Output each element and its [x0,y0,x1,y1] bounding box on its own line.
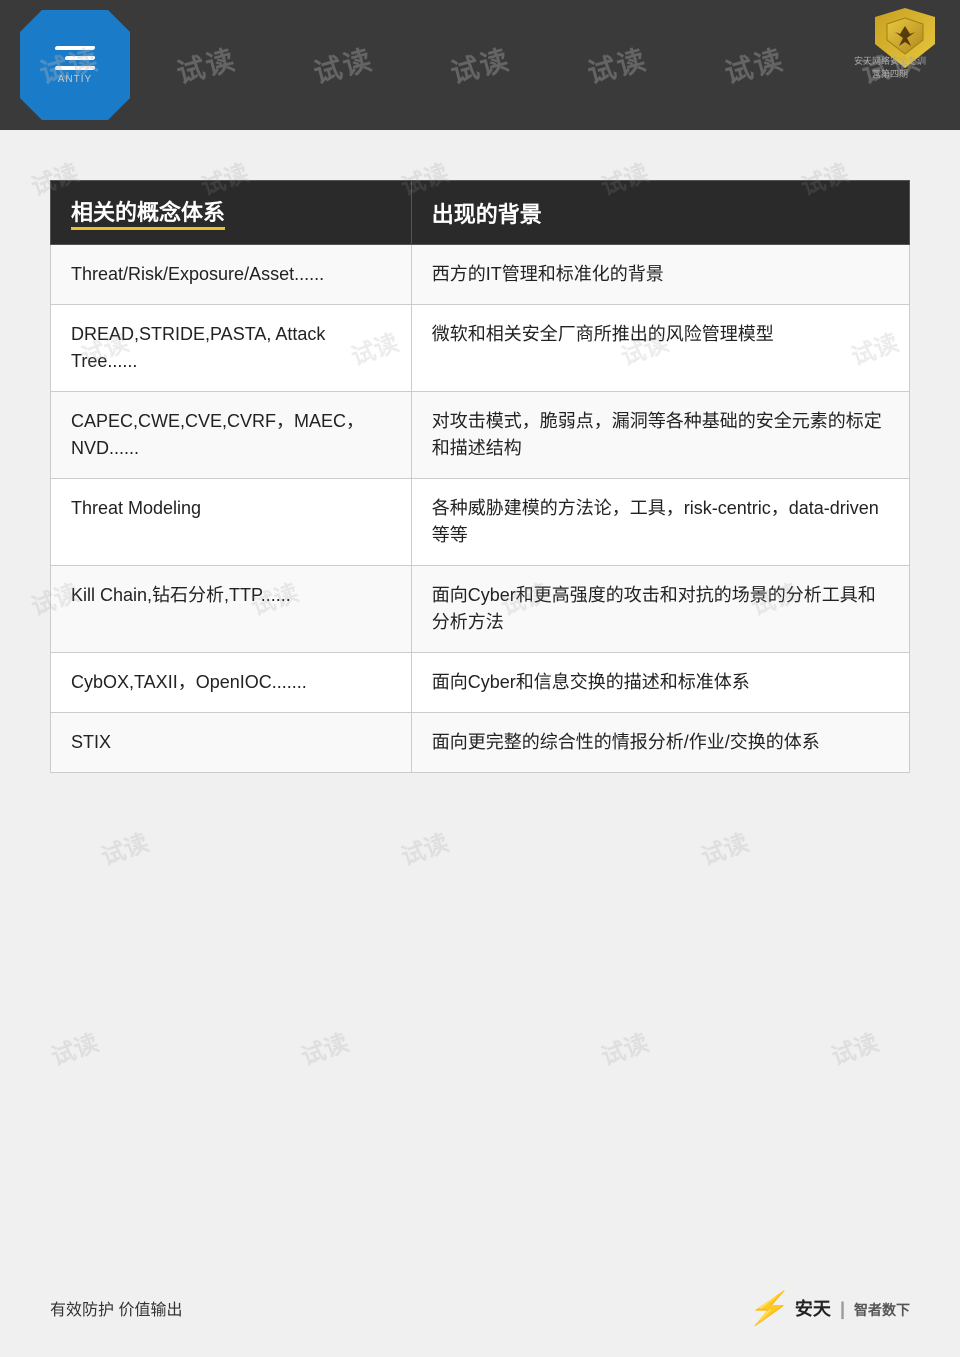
table-row: DREAD,STRIDE,PASTA, Attack Tree......微软和… [51,305,910,392]
footer-left-text: 有效防护 价值输出 [50,1296,182,1320]
header-subtitle: 安天网络安全冬训营第四期 [850,54,930,80]
table-header-col1: 相关的概念体系 [51,181,412,245]
watermark-4: 试读 [446,38,514,92]
table-cell-col2: 面向更完整的综合性的情报分析/作业/交换的体系 [411,713,909,773]
table-cell-col1: CybOX,TAXII，OpenIOC....... [51,653,412,713]
pw-15: 试读 [395,823,452,872]
table-row: Kill Chain,钻石分析,TTP......面向Cyber和更高强度的攻击… [51,566,910,653]
table-cell-col1: Kill Chain,钻石分析,TTP...... [51,566,412,653]
header-bar: ANTIY 试读 试读 试读 试读 试读 试读 试读 [0,0,960,130]
pw-19: 试读 [595,1023,652,1072]
table-header-col2: 出现的背景 [411,181,909,245]
footer-logo: ⚡ 安天 | 智者数下 [747,1289,910,1327]
watermark-2: 试读 [172,38,240,92]
footer: 有效防护 价值输出 ⚡ 安天 | 智者数下 [0,1289,960,1327]
main-content: 试读 试读 试读 试读 试读 试读 试读 试读 试读 试读 试读 试读 试读 试… [0,130,960,1230]
logo-line-1 [54,46,95,50]
pw-16: 试读 [695,823,752,872]
table-row: Threat Modeling各种威胁建模的方法论，工具，risk-centri… [51,479,910,566]
table-cell-col2: 西方的IT管理和标准化的背景 [411,245,909,305]
footer-logo-main: 安天 | 智者数下 [795,1295,910,1321]
watermark-5: 试读 [583,38,651,92]
table-cell-col2: 微软和相关安全厂商所推出的风险管理模型 [411,305,909,392]
logo-line-3 [54,66,95,70]
logo-lines [55,46,95,70]
table-cell-col1: CAPEC,CWE,CVE,CVRF，MAEC，NVD...... [51,392,412,479]
header-logo: ANTIY [20,10,130,120]
table-row: CybOX,TAXII，OpenIOC.......面向Cyber和信息交换的描… [51,653,910,713]
table-row: Threat/Risk/Exposure/Asset......西方的IT管理和… [51,245,910,305]
pw-17: 试读 [45,1023,102,1072]
logo-text: ANTIY [58,74,92,85]
watermark-6: 试读 [720,38,788,92]
table-row: STIX面向更完整的综合性的情报分析/作业/交换的体系 [51,713,910,773]
pw-14: 试读 [95,823,152,872]
table-cell-col2: 面向Cyber和信息交换的描述和标准体系 [411,653,909,713]
logo-line-2 [64,56,95,60]
table-cell-col2: 各种威胁建模的方法论，工具，risk-centric，data-driven等等 [411,479,909,566]
lightning-icon: ⚡ [747,1289,787,1327]
table-cell-col1: Threat Modeling [51,479,412,566]
table-cell-col1: STIX [51,713,412,773]
pw-18: 试读 [295,1023,352,1072]
table-cell-col2: 面向Cyber和更高强度的攻击和对抗的场景的分析工具和分析方法 [411,566,909,653]
table-cell-col1: DREAD,STRIDE,PASTA, Attack Tree...... [51,305,412,392]
header-right-logo: 安天网络安全冬训营第四期 [865,8,945,88]
table-cell-col1: Threat/Risk/Exposure/Asset...... [51,245,412,305]
watermark-3: 试读 [309,38,377,92]
pw-20: 试读 [825,1023,882,1072]
content-table: 相关的概念体系 出现的背景 Threat/Risk/Exposure/Asset… [50,180,910,773]
table-row: CAPEC,CWE,CVE,CVRF，MAEC，NVD......对攻击模式，脆… [51,392,910,479]
table-cell-col2: 对攻击模式，脆弱点，漏洞等各种基础的安全元素的标定和描述结构 [411,392,909,479]
header-watermarks: 试读 试读 试读 试读 试读 试读 试读 [0,0,960,130]
